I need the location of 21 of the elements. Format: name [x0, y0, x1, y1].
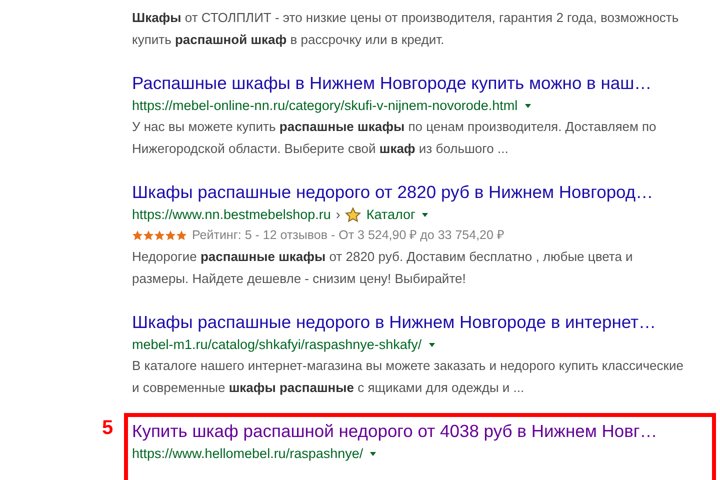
result-url: https://www.hellomebel.ru/raspashnye/: [132, 445, 364, 463]
caret-icon[interactable]: [422, 212, 428, 216]
result-url: mebel-m1.ru/catalog/shkafyi/raspashnye-shkafy/: [132, 336, 422, 354]
result-title-link[interactable]: Купить шкаф распашной недорого от 4038 руб в Нижнем Новг…: [132, 419, 712, 443]
caret-icon[interactable]: [428, 342, 435, 346]
result-title-link[interactable]: Распашные шкафы в Нижнем Новгороде купить можно в наш…: [132, 71, 707, 95]
result-snippet: В каталоге нашего интернет-магазина вы можете заказать и недорого купить классические и современные шкафы распашные с ящиками для одежды и ...: [132, 357, 684, 397]
result-snippet: Недорогие распашные шкафы от 2820 руб. Доставим бесплатно , любые цвета и размеры. Найдете дешевле - снизим цену! Выбирайте!: [132, 248, 634, 288]
breadcrumb-link[interactable]: Каталог: [366, 204, 416, 225]
star-icon: [345, 206, 362, 222]
result-url: https://mebel-online-nn.ru/category/skufi-v-nijnem-novorode.html: [132, 97, 518, 115]
result-title-link[interactable]: Шкафы распашные недорого от 2820 руб в Нижнем Новгород…: [132, 180, 707, 204]
breadcrumb-separator: ›: [336, 206, 340, 224]
result-url: https://www.nn.bestmebelshop.ru: [132, 206, 331, 224]
rating-text: Рейтинг: 5 - 12 отзывов - От 3 524,90 ₽ до 33 754,20 ₽: [192, 227, 504, 244]
result-snippet: У нас вы можете купить распашные шкафы по ценам производителя. Доставляем по Нижегородской области. Выберите свой шкаф из большого ...: [132, 118, 658, 158]
caret-icon[interactable]: [370, 452, 376, 456]
result-snippet: Шкафы от СТОЛПЛИТ - это низкие цены от производителя, гарантия 2 года, возможность купить распашной шкаф в рассрочку или в кредит.: [132, 9, 680, 49]
caret-icon[interactable]: [524, 104, 531, 108]
result-title-link[interactable]: Шкафы распашные недорого в Нижнем Новгороде в интернет…: [132, 310, 707, 334]
result-number: 5: [102, 417, 114, 440]
